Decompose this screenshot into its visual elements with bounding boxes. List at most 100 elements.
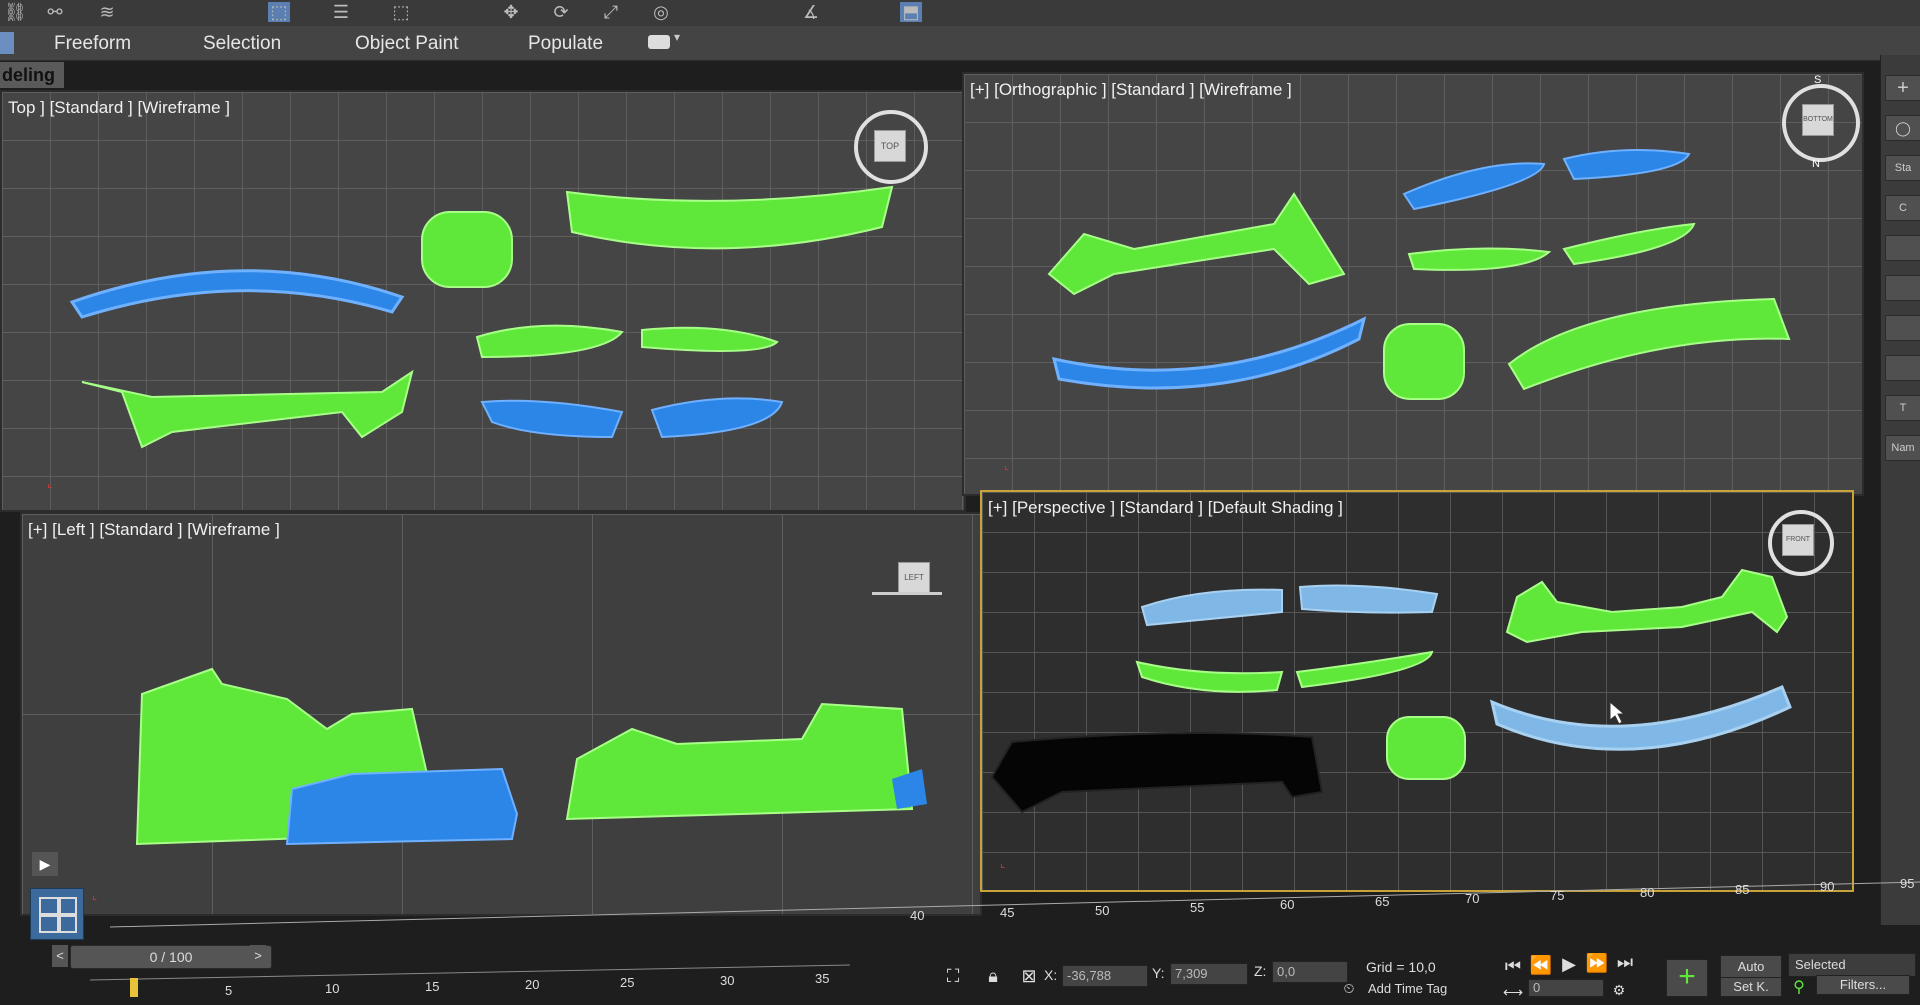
- tab-object-paint[interactable]: Object Paint: [355, 33, 459, 55]
- object-type-button[interactable]: T: [1885, 395, 1920, 421]
- track-label: 20: [525, 977, 539, 992]
- top-viewport-geometry: [69, 185, 894, 449]
- timeline-ruler[interactable]: 40 45 50 55 60 65 70 75 80 85 90 95: [110, 872, 1920, 932]
- ruler-label: 70: [1465, 891, 1479, 906]
- object-type-rollout[interactable]: C: [1885, 195, 1920, 221]
- ribbon-tabs: Freeform Selection Object Paint Populate…: [0, 26, 1920, 61]
- tab-populate[interactable]: Populate: [528, 33, 603, 55]
- left-viewport-geometry: [135, 667, 927, 846]
- auto-key-button[interactable]: Auto: [1720, 955, 1782, 979]
- mirror-icon[interactable]: ⬒: [900, 2, 922, 22]
- viewport-layout-icon[interactable]: [30, 888, 84, 940]
- previous-frame-icon[interactable]: ⏪: [1528, 952, 1554, 978]
- command-panel: + ◯ Sta C T Nam: [1880, 55, 1920, 925]
- absolute-mode-icon[interactable]: ⊠: [1016, 963, 1042, 989]
- ribbon-tab-modeling-edge[interactable]: [0, 32, 14, 54]
- set-key-button[interactable]: Set K.: [1720, 977, 1782, 997]
- viewcube-ring[interactable]: [872, 592, 942, 595]
- rectangular-selection-icon[interactable]: ⬚: [390, 2, 412, 22]
- viewcube[interactable]: BOTTOM: [1802, 104, 1834, 136]
- unlink-icon[interactable]: ⚯: [44, 2, 66, 22]
- track-label: 10: [325, 981, 339, 996]
- main-toolbar: ⛓ ⚯ ≋ ⬚ ☰ ⬚ ✥ ⟳ ⤢ ◎ ∡ ⬒: [0, 0, 1920, 27]
- ruler-label: 90: [1820, 879, 1834, 894]
- viewcube[interactable]: TOP: [874, 130, 906, 162]
- set-key-big-button[interactable]: +: [1666, 959, 1708, 997]
- reference-coordinate-icon[interactable]: ◎: [650, 2, 672, 22]
- time-configuration-icon[interactable]: ⚙: [1606, 977, 1632, 1003]
- current-frame-field[interactable]: 0: [1528, 979, 1604, 997]
- viewport-label[interactable]: [+] [Perspective ] [Standard ] [Default …: [988, 498, 1343, 518]
- ruler-label: 55: [1190, 900, 1204, 915]
- circle-shape-icon[interactable]: ◯: [1885, 115, 1920, 141]
- key-filters-button[interactable]: Filters...: [1816, 975, 1910, 995]
- key-filters-icon[interactable]: ⚲: [1786, 975, 1812, 1001]
- object-type-button[interactable]: [1885, 275, 1920, 301]
- ruler-label: 45: [1000, 905, 1014, 920]
- status-bar: ⛶ 🔒︎ ⊠ X: -36,788 Y: 7,309 Z: 0,0 Grid =…: [940, 952, 1920, 1000]
- selection-set-dropdown[interactable]: Selected: [1788, 953, 1916, 977]
- viewport-perspective[interactable]: [+] [Perspective ] [Standard ] [Default …: [980, 490, 1854, 892]
- play-icon[interactable]: ▶: [1556, 951, 1582, 977]
- viewport-label[interactable]: Top ] [Standard ] [Wireframe ]: [8, 98, 230, 118]
- name-and-color-rollout[interactable]: Nam: [1885, 435, 1920, 461]
- y-coord-field[interactable]: 7,309: [1170, 963, 1248, 985]
- perspective-viewport-geometry: [990, 568, 1792, 814]
- link-icon[interactable]: ⛓: [4, 2, 27, 22]
- x-coord-label: X:: [1044, 967, 1058, 983]
- track-label: 25: [620, 975, 634, 990]
- select-by-name-icon[interactable]: ☰: [330, 2, 352, 22]
- viewcube[interactable]: LEFT: [898, 562, 930, 594]
- next-frame-icon[interactable]: ⏩: [1584, 950, 1610, 976]
- chevron-down-icon[interactable]: ▾: [674, 30, 680, 44]
- go-to-start-icon[interactable]: ⏮: [1500, 953, 1526, 979]
- light-blue-side-part-right: [1298, 584, 1439, 614]
- scale-icon[interactable]: ⤢: [600, 2, 622, 22]
- play-animation-icon[interactable]: ▶: [32, 852, 58, 876]
- space-warp-icon[interactable]: ≋: [96, 2, 118, 22]
- green-lip-part: [1507, 297, 1791, 391]
- track-bar[interactable]: 5 10 15 20 25 30 35: [90, 950, 850, 997]
- key-mode-toggle-icon[interactable]: ⟷: [1500, 979, 1526, 1005]
- viewport-top[interactable]: Top ] [Standard ] [Wireframe ] TOP ⌞: [0, 90, 966, 512]
- green-side-part-right: [1295, 650, 1434, 689]
- prev-frame-button[interactable]: <: [52, 945, 68, 967]
- viewport-label[interactable]: [+] [Left ] [Standard ] [Wireframe ]: [28, 520, 280, 540]
- isolate-selection-icon[interactable]: ⛶: [940, 963, 966, 989]
- light-blue-bumper-part: [1489, 685, 1792, 751]
- selection-lock-icon[interactable]: 🔒︎: [980, 963, 1006, 989]
- move-icon[interactable]: ✥: [500, 2, 522, 22]
- snap-icon[interactable]: ∡: [800, 2, 822, 22]
- viewcube[interactable]: FRONT: [1782, 524, 1814, 556]
- viewport-label[interactable]: [+] [Orthographic ] [Standard ] [Wirefra…: [970, 80, 1292, 100]
- green-bracket-part: [421, 211, 513, 288]
- object-type-button[interactable]: [1885, 315, 1920, 341]
- go-to-end-icon[interactable]: ⏭: [1612, 949, 1638, 975]
- select-object-icon[interactable]: ⬚: [268, 2, 290, 22]
- add-time-tag[interactable]: Add Time Tag: [1368, 981, 1447, 996]
- object-type-button[interactable]: [1885, 235, 1920, 261]
- viewport-orthographic[interactable]: [+] [Orthographic ] [Standard ] [Wirefra…: [962, 72, 1864, 496]
- blue-side-part-left: [480, 399, 624, 439]
- object-type-button[interactable]: [1885, 355, 1920, 381]
- x-coord-field[interactable]: -36,788: [1062, 965, 1148, 987]
- tab-freeform[interactable]: Freeform: [54, 33, 131, 55]
- ruler-label: 40: [910, 908, 924, 923]
- standard-primitives-dropdown[interactable]: Sta: [1885, 155, 1920, 181]
- create-tab-plus-icon[interactable]: +: [1885, 75, 1920, 101]
- time-tag-icon[interactable]: ⏲: [1336, 975, 1362, 1001]
- green-diffuser-part: [81, 369, 414, 449]
- ribbon-options-icon[interactable]: [648, 35, 670, 49]
- green-side-part-right: [1562, 222, 1696, 266]
- rotate-icon[interactable]: ⟳: [550, 2, 572, 22]
- green-side-part-left: [1407, 247, 1552, 271]
- layout-cell: [59, 915, 77, 933]
- axis-gizmo: ⌞: [1000, 858, 1006, 870]
- compass-south: S: [1814, 74, 1822, 86]
- light-blue-side-part-left: [1140, 588, 1283, 627]
- black-diffuser-part: [990, 732, 1324, 814]
- tab-selection[interactable]: Selection: [203, 33, 281, 55]
- time-marker[interactable]: [130, 978, 138, 997]
- viewport-left[interactable]: [+] [Left ] [Standard ] [Wireframe ] LEF…: [20, 512, 982, 916]
- ribbon-subtab-modeling[interactable]: deling: [0, 62, 64, 88]
